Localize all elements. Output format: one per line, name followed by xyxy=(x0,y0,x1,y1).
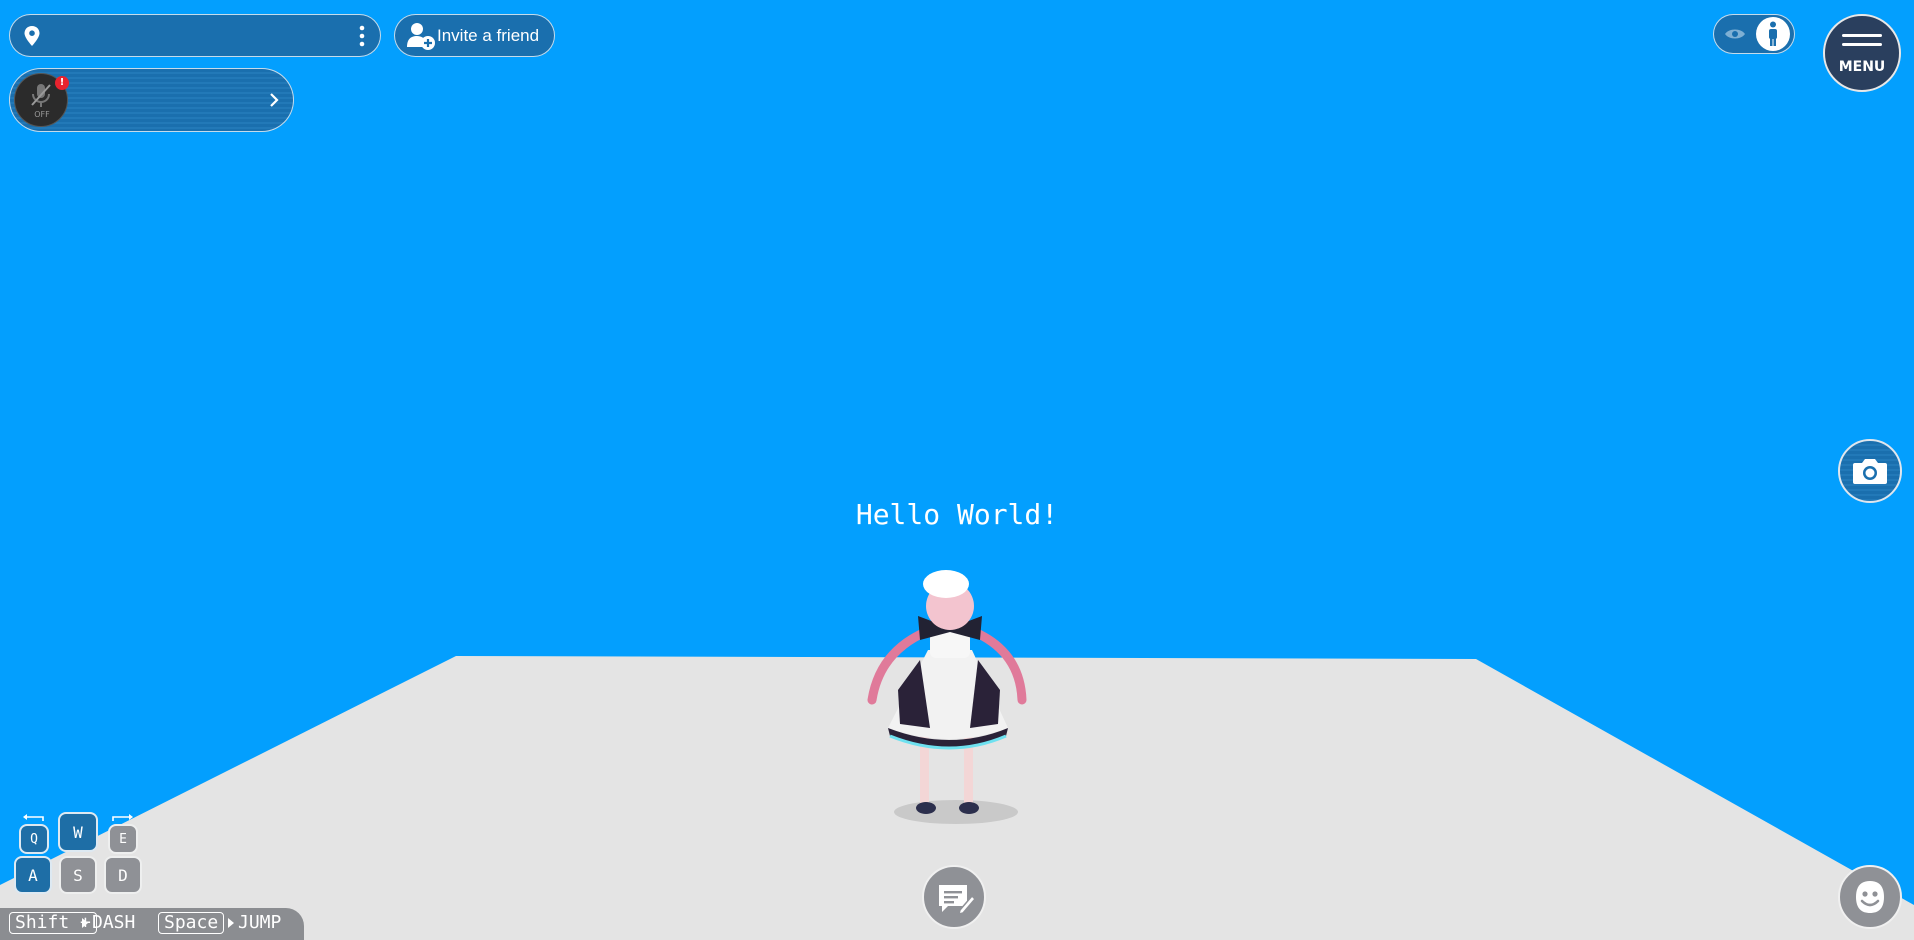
location-bar[interactable] xyxy=(9,14,381,57)
space-key-hint: Space xyxy=(158,912,225,934)
emote-button[interactable] xyxy=(1838,865,1902,929)
key-d: D xyxy=(104,856,142,894)
dash-arrow-icon xyxy=(82,918,88,928)
voice-chat-panel[interactable]: OFF ! xyxy=(9,68,294,132)
world-scene[interactable] xyxy=(0,0,1914,940)
rotate-right-icon xyxy=(112,814,133,821)
person-icon xyxy=(1769,21,1777,46)
key-q: Q xyxy=(19,824,49,854)
menu-button[interactable]: MENU xyxy=(1823,14,1901,92)
more-options-icon[interactable] xyxy=(358,25,366,47)
key-a: A xyxy=(14,856,52,894)
add-friend-icon xyxy=(407,23,435,50)
avatar-view-button[interactable] xyxy=(1756,17,1790,51)
jump-arrow-icon xyxy=(228,918,234,928)
camera-icon xyxy=(1853,459,1887,484)
chat-button[interactable] xyxy=(922,865,986,929)
hamburger-icon xyxy=(1842,34,1882,46)
invite-friend-label: Invite a friend xyxy=(437,26,540,45)
mic-state-label: OFF xyxy=(34,110,50,119)
mic-toggle-button[interactable]: OFF ! xyxy=(14,73,69,127)
rotate-left-icon xyxy=(23,814,44,821)
invite-friend-button[interactable]: Invite a friend xyxy=(394,14,555,57)
smiley-icon xyxy=(1856,881,1884,913)
jump-label: JUMP xyxy=(238,912,282,933)
eye-icon[interactable] xyxy=(1724,27,1746,41)
menu-label: MENU xyxy=(1838,59,1886,75)
dash-label: DASH xyxy=(92,912,136,933)
expand-chevron-icon[interactable] xyxy=(268,92,280,108)
controls-legend: Shift + DASH Space JUMP xyxy=(0,908,304,940)
key-s: S xyxy=(59,856,97,894)
keyboard-hints: Q W E A S D xyxy=(0,800,160,908)
mic-off-icon xyxy=(31,84,51,107)
location-pin-icon xyxy=(24,26,40,46)
hello-world-label: Hello World! xyxy=(855,498,1059,531)
camera-button[interactable] xyxy=(1838,439,1902,503)
chat-edit-icon xyxy=(939,885,976,916)
key-w: W xyxy=(58,812,98,852)
key-e: E xyxy=(108,824,138,854)
view-toggle[interactable] xyxy=(1713,14,1795,54)
mic-alert-badge: ! xyxy=(55,76,69,90)
